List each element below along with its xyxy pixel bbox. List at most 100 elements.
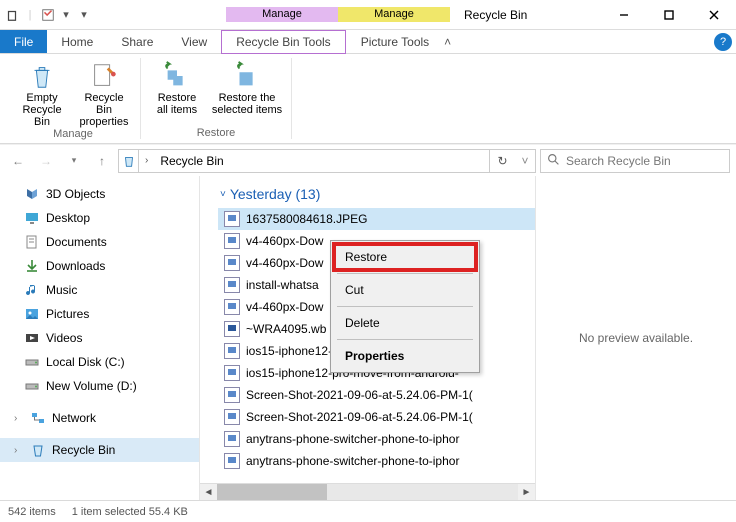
file-group-header[interactable]: ˅Yesterday (13) — [218, 182, 535, 208]
recent-locations-button[interactable]: ▾ — [62, 149, 86, 173]
file-icon — [224, 277, 240, 293]
restore-all-icon — [161, 60, 193, 92]
folder-icon — [24, 186, 40, 202]
sidebar-item-new-volume-d[interactable]: New Volume (D:) — [0, 374, 199, 398]
file-icon — [224, 343, 240, 359]
file-item[interactable]: anytrans-phone-switcher-phone-to-iphor — [218, 450, 535, 472]
ribbon-collapse-icon[interactable]: ˄ — [444, 30, 464, 53]
button-label: Restore all items — [157, 92, 197, 116]
tab-view[interactable]: View — [167, 30, 221, 53]
downloads-icon — [24, 258, 40, 274]
refresh-button[interactable]: ↻ — [489, 150, 515, 172]
menu-separator — [337, 306, 473, 307]
window-title: Recycle Bin — [464, 8, 527, 22]
sidebar-item-videos[interactable]: Videos — [0, 326, 199, 350]
restore-all-button[interactable]: Restore all items — [149, 58, 205, 127]
context-tab-header: Manage — [338, 7, 450, 22]
network-icon — [30, 410, 46, 426]
pictures-icon — [24, 306, 40, 322]
qat-sep: | — [22, 6, 38, 24]
scroll-left-icon[interactable]: ◄ — [200, 487, 217, 498]
file-icon — [224, 365, 240, 381]
file-item[interactable]: Screen-Shot-2021-09-06-at-5.24.06-PM-1( — [218, 384, 535, 406]
ribbon-group-label: Manage — [53, 128, 93, 140]
file-icon — [224, 431, 240, 447]
qat-customize-icon[interactable]: ▾ — [76, 6, 92, 24]
context-menu-properties[interactable]: Properties — [333, 342, 477, 370]
sidebar-item-music[interactable]: Music — [0, 278, 199, 302]
button-label: Recycle Bin properties — [76, 92, 132, 128]
file-icon — [224, 233, 240, 249]
scroll-thumb[interactable] — [217, 484, 327, 500]
minimize-button[interactable] — [601, 0, 646, 30]
sidebar-item-recycle-bin[interactable]: ›Recycle Bin — [0, 438, 199, 462]
file-icon — [224, 255, 240, 271]
file-icon — [224, 299, 240, 315]
properties-icon — [88, 60, 120, 92]
sidebar-item-network[interactable]: ›Network — [0, 406, 199, 430]
scroll-right-icon[interactable]: ► — [518, 487, 535, 498]
sidebar-item-desktop[interactable]: Desktop — [0, 206, 199, 230]
search-placeholder: Search Recycle Bin — [566, 154, 671, 168]
breadcrumb[interactable]: Recycle Bin — [160, 154, 223, 168]
empty-recycle-bin-button[interactable]: Empty Recycle Bin — [14, 58, 70, 128]
status-selection: 1 item selected 55.4 KB — [72, 506, 188, 518]
search-input[interactable]: Search Recycle Bin — [540, 149, 730, 173]
menu-separator — [337, 339, 473, 340]
button-label: Restore the selected items — [212, 92, 282, 116]
preview-pane: No preview available. — [536, 176, 736, 500]
file-icon — [224, 453, 240, 469]
file-icon — [224, 211, 240, 227]
file-icon — [224, 409, 240, 425]
context-menu-delete[interactable]: Delete — [333, 309, 477, 337]
videos-icon — [24, 330, 40, 346]
tab-picture-tools[interactable]: Picture Tools — [346, 30, 444, 53]
file-item[interactable]: 1637580084618.JPEG — [218, 208, 535, 230]
button-label: Empty Recycle Bin — [14, 92, 70, 128]
maximize-button[interactable] — [646, 0, 691, 30]
file-item[interactable]: anytrans-phone-switcher-phone-to-iphor — [218, 428, 535, 450]
music-icon — [24, 282, 40, 298]
trash-icon — [26, 60, 58, 92]
desktop-icon — [24, 210, 40, 226]
sidebar-item-3d-objects[interactable]: 3D Objects — [0, 182, 199, 206]
file-item[interactable]: Screen-Shot-2021-09-06-at-5.24.06-PM-1( — [218, 406, 535, 428]
back-button[interactable]: ← — [6, 149, 30, 173]
help-icon[interactable]: ? — [714, 33, 732, 51]
tab-home[interactable]: Home — [47, 30, 107, 53]
menu-separator — [337, 273, 473, 274]
recycle-bin-properties-button[interactable]: Recycle Bin properties — [76, 58, 132, 128]
recycle-bin-icon — [30, 442, 46, 458]
search-icon — [547, 153, 560, 169]
forward-button[interactable]: → — [34, 149, 58, 173]
location-icon — [119, 150, 139, 172]
app-icon — [4, 6, 20, 24]
address-bar[interactable]: › Recycle Bin ↻ ˅ — [118, 149, 536, 173]
context-menu: Restore Cut Delete Properties — [330, 240, 480, 373]
tab-share[interactable]: Share — [107, 30, 167, 53]
disk-icon — [24, 378, 40, 394]
tab-recycle-bin-tools[interactable]: Recycle Bin Tools — [221, 30, 346, 54]
sidebar-item-local-disk-c[interactable]: Local Disk (C:) — [0, 350, 199, 374]
file-icon — [224, 387, 240, 403]
ribbon-group-label: Restore — [197, 127, 236, 139]
qat-dropdown-icon[interactable]: ▾ — [58, 6, 74, 24]
tab-file[interactable]: File — [0, 30, 47, 53]
sidebar-item-downloads[interactable]: Downloads — [0, 254, 199, 278]
context-menu-cut[interactable]: Cut — [333, 276, 477, 304]
up-button[interactable]: ↑ — [90, 149, 114, 173]
navigation-pane[interactable]: 3D Objects Desktop Documents Downloads M… — [0, 176, 200, 500]
preview-text: No preview available. — [579, 331, 693, 345]
word-file-icon — [224, 321, 240, 337]
context-tab-header: Manage — [226, 7, 338, 22]
context-menu-restore[interactable]: Restore — [333, 243, 477, 271]
restore-selected-button[interactable]: Restore the selected items — [211, 58, 283, 127]
sidebar-item-pictures[interactable]: Pictures — [0, 302, 199, 326]
sidebar-item-documents[interactable]: Documents — [0, 230, 199, 254]
close-button[interactable] — [691, 0, 736, 30]
restore-selected-icon — [231, 60, 263, 92]
documents-icon — [24, 234, 40, 250]
qat-properties-icon[interactable] — [40, 6, 56, 24]
horizontal-scrollbar[interactable]: ◄ ► — [200, 483, 535, 500]
disk-icon — [24, 354, 40, 370]
